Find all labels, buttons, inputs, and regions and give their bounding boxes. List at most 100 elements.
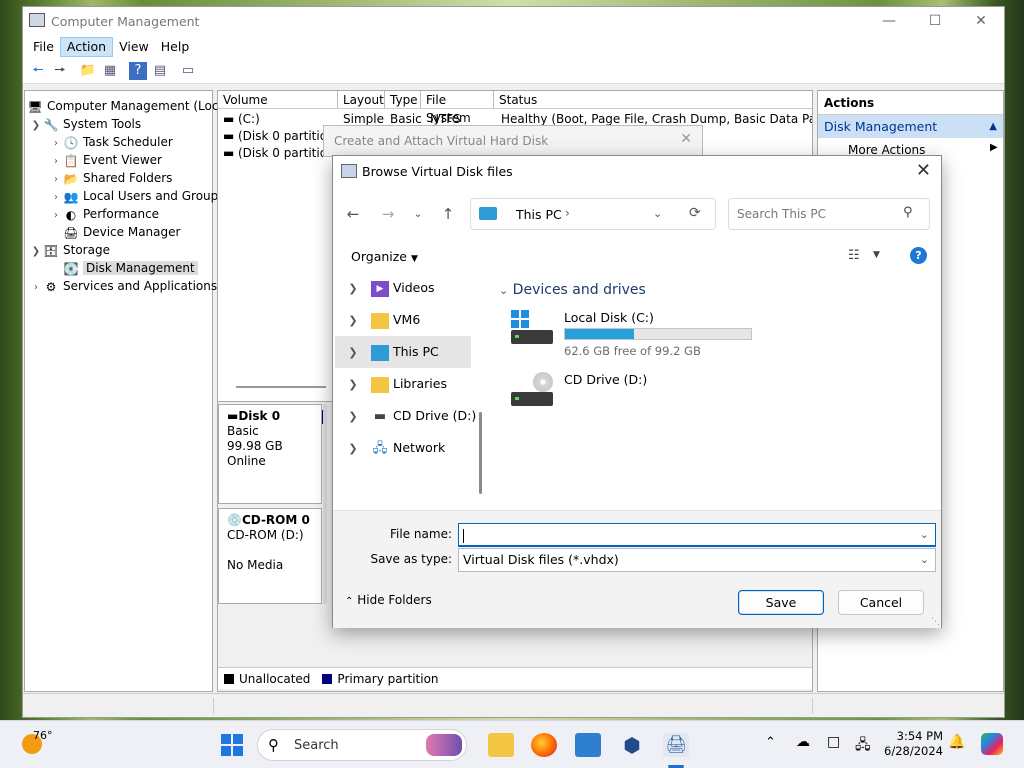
breadcrumb-chevron-icon[interactable]: › [565, 206, 570, 220]
show-hide-tree-icon[interactable]: ▦ [101, 62, 119, 80]
menu-view[interactable]: View [113, 37, 155, 57]
maximize-button[interactable]: ☐ [912, 7, 958, 36]
expand-chevron-icon[interactable]: ❯ [335, 401, 371, 433]
menu-file[interactable]: File [27, 37, 60, 57]
save-type-select[interactable]: Virtual Disk files (*.vhdx) ⌄ [458, 548, 936, 572]
tree-task-scheduler[interactable]: › 🕓 Task Scheduler [49, 133, 173, 151]
disk-icon: ▬ [227, 409, 239, 423]
up-icon[interactable]: ↑ [437, 204, 459, 224]
properties-icon[interactable]: ▤ [151, 62, 169, 80]
address-dropdown-icon[interactable]: ⌄ [653, 207, 662, 220]
tree-local-users[interactable]: › 👥 Local Users and Groups [49, 187, 225, 205]
forward-icon[interactable]: → [377, 204, 399, 224]
save-type-dropdown-icon[interactable]: ⌄ [920, 549, 929, 571]
group-collapse-icon[interactable]: ⌄ [499, 284, 508, 297]
expand-chevron-icon[interactable]: ❯ [335, 369, 371, 401]
collapse-triangle-icon[interactable]: ▲ [989, 115, 997, 138]
event-viewer-icon: 📋 [63, 153, 79, 168]
drive-cd-d[interactable]: CD Drive (D:) [511, 372, 791, 412]
col-type[interactable]: Type [385, 91, 421, 109]
expand-chevron-icon[interactable]: ❯ [335, 273, 371, 305]
tree-shared-folders[interactable]: › 📂 Shared Folders [49, 169, 172, 187]
close-button[interactable]: ✕ [958, 7, 1004, 36]
nav-cd-drive[interactable]: ❯ ▬ CD Drive (D:) [335, 400, 476, 433]
expand-chevron-icon[interactable]: ❯ [335, 337, 371, 369]
save-button[interactable]: Save [738, 590, 824, 615]
file-name-dropdown-icon[interactable]: ⌄ [920, 524, 929, 546]
vhd-close-icon[interactable]: ✕ [680, 131, 692, 147]
collapse-chevron-icon[interactable]: ❯ [29, 117, 43, 135]
show-hidden-icons[interactable]: ⌃ [765, 735, 776, 750]
refresh-icon[interactable]: ⟳ [689, 205, 701, 221]
tree-services-applications[interactable]: › ⚙ Services and Applications [29, 277, 217, 295]
nav-this-pc[interactable]: ❯ This PC [335, 336, 471, 368]
tree-computer-management[interactable]: 🖥 Computer Management (Local [27, 97, 229, 115]
hide-folders-button[interactable]: ⌃ Hide Folders [345, 593, 432, 607]
start-button[interactable] [221, 734, 243, 756]
browse-close-icon[interactable]: ✕ [916, 160, 931, 181]
col-layout[interactable]: Layout [338, 91, 385, 109]
tree-storage[interactable]: ❯ 🗄 Storage [29, 241, 110, 259]
forward-arrow-icon[interactable]: 🠖 [51, 62, 69, 80]
cancel-button[interactable]: Cancel [838, 590, 924, 615]
search-input[interactable]: Search This PC [737, 207, 826, 221]
firefox-icon[interactable] [531, 733, 557, 757]
show-action-pane-icon[interactable]: ▭ [179, 62, 197, 80]
tree-disk-management[interactable]: 💽 Disk Management [49, 259, 198, 277]
tree-event-viewer[interactable]: › 📋 Event Viewer [49, 151, 162, 169]
nav-scrollbar[interactable] [479, 412, 482, 494]
help-icon[interactable]: ? [129, 61, 147, 80]
network-tray-icon[interactable]: 🖧 [855, 734, 871, 758]
horizontal-scrollbar[interactable] [236, 386, 326, 388]
col-status[interactable]: Status [494, 91, 812, 109]
virtualbox-icon[interactable]: ⬢ [619, 733, 645, 757]
taskbar-search-box[interactable]: ⚲ Search [257, 729, 467, 761]
resize-grip-icon[interactable]: ⋱ [931, 617, 940, 627]
tree-device-manager[interactable]: 🖨 Device Manager [49, 223, 180, 241]
view-options-icon[interactable]: ☷ [848, 248, 860, 263]
back-icon[interactable]: ← [342, 204, 364, 224]
minimize-button[interactable]: — [866, 7, 912, 36]
address-bar[interactable]: This PC › ⌄ ⟳ [470, 198, 716, 230]
weather-temp[interactable]: 76° [33, 729, 53, 742]
expand-chevron-icon[interactable]: ❯ [335, 305, 371, 337]
tree-performance[interactable]: › ◐ Performance [49, 205, 159, 223]
computer-management-taskbar-icon[interactable] [575, 733, 601, 757]
copilot-icon[interactable] [981, 733, 1003, 755]
nav-libraries[interactable]: ❯ Libraries [335, 368, 471, 400]
nav-videos[interactable]: ❯ ▶ Videos [335, 272, 471, 304]
organize-button[interactable]: Organize ▼ [343, 245, 426, 269]
file-explorer-icon[interactable] [488, 733, 514, 757]
actions-disk-management[interactable]: Disk Management ▲ [818, 115, 1003, 138]
nav-network[interactable]: ❯ 🖧 Network [335, 432, 471, 464]
file-name-input[interactable]: ⌄ [458, 523, 936, 547]
collapse-chevron-icon[interactable]: ❯ [29, 243, 43, 261]
group-header[interactable]: ⌄ Devices and drives [499, 282, 646, 298]
col-file-system[interactable]: File System [421, 91, 494, 125]
expand-chevron-icon[interactable]: ❯ [335, 433, 371, 465]
disk-management-taskbar-icon[interactable]: 🖨 [663, 733, 689, 757]
disk-0-label[interactable]: ▬Disk 0 Basic 99.98 GB Online [218, 404, 322, 504]
up-folder-icon[interactable]: 📁 [79, 62, 97, 80]
help-icon[interactable]: ? [910, 247, 927, 264]
search-box[interactable]: Search This PC ⚲ [728, 198, 930, 230]
toolbar: 🠔 🠖 📁 ▦ ? ▤ ▭ [23, 58, 1004, 84]
recent-chevron-icon[interactable]: ⌄ [407, 204, 429, 224]
menu-action[interactable]: Action [59, 37, 114, 57]
create-attach-vhd-dialog: Create and Attach Virtual Hard Disk ✕ [323, 125, 703, 157]
onedrive-icon[interactable]: ☁ [796, 734, 810, 750]
display-icon[interactable]: □ [827, 734, 840, 750]
menu-help[interactable]: Help [155, 37, 196, 57]
status-bar [23, 693, 1004, 717]
nav-vm6[interactable]: ❯ VM6 [335, 304, 471, 336]
col-volume[interactable]: Volume [218, 91, 338, 109]
view-dropdown-icon[interactable]: ▼ [873, 250, 880, 260]
notification-bell-icon[interactable]: 🔔 [948, 734, 965, 750]
drive-local-disk-c[interactable]: Local Disk (C:) 62.6 GB free of 99.2 GB [511, 310, 791, 364]
search-icon[interactable]: ⚲ [903, 205, 913, 220]
cd-rom-0-label[interactable]: 💿CD-ROM 0 CD-ROM (D:) No Media [218, 508, 322, 604]
tree-system-tools[interactable]: ❯ 🔧 System Tools [29, 115, 141, 133]
back-arrow-icon[interactable]: 🠔 [29, 62, 47, 80]
clock[interactable]: 3:54 PM 6/28/2024 [883, 729, 943, 759]
expand-chevron-icon[interactable]: › [29, 279, 43, 297]
